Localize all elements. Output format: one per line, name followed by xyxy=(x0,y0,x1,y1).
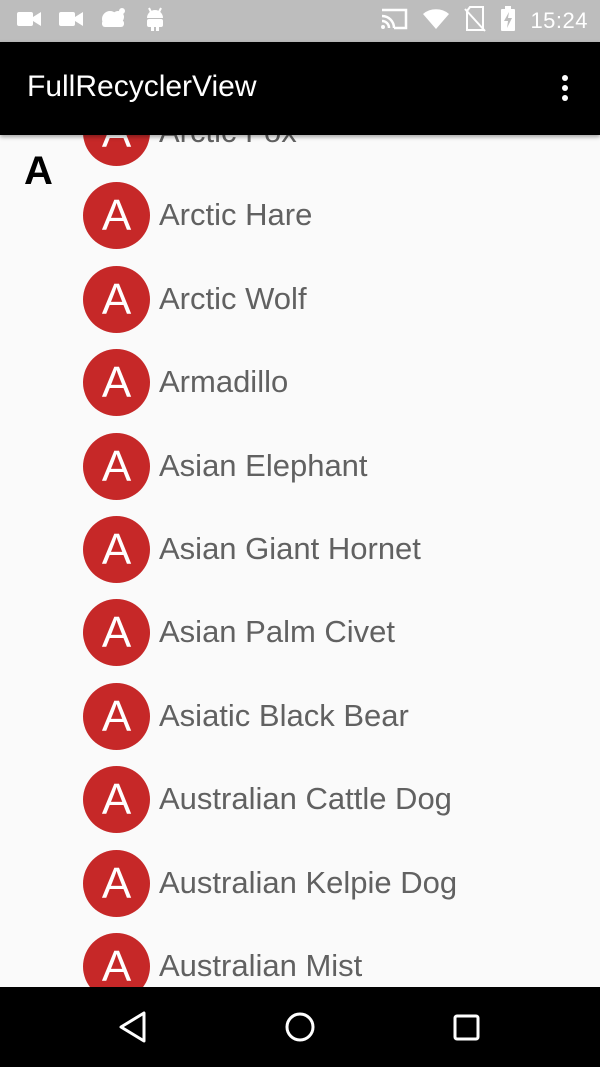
list-item-label: Australian Mist xyxy=(159,947,363,983)
list-item-label: Australian Kelpie Dog xyxy=(159,864,458,900)
avatar: A xyxy=(83,182,150,250)
status-bar-notifications xyxy=(16,7,182,35)
video-camera-icon xyxy=(16,9,42,34)
list-item[interactable]: A Asiatic Black Bear xyxy=(0,667,600,750)
list-item[interactable]: A Australian Cattle Dog xyxy=(0,750,600,834)
overflow-menu-icon[interactable] xyxy=(550,70,580,106)
avatar: A xyxy=(83,432,150,500)
avatar: A xyxy=(83,265,150,333)
status-bar-system: 15:24 xyxy=(380,5,588,37)
recycler-list[interactable]: AArctic FoxAArctic HareAArctic WolfAArma… xyxy=(0,135,600,987)
recents-icon[interactable] xyxy=(448,1009,484,1045)
list-item-label: Arctic Fox xyxy=(159,135,297,150)
list-item[interactable]: A Australian Kelpie Dog xyxy=(0,834,600,917)
list-item-label: Armadillo xyxy=(159,364,289,400)
avatar: A xyxy=(83,515,150,583)
wifi-icon xyxy=(422,8,450,35)
list-item-label: Australian Cattle Dog xyxy=(159,781,452,817)
avatar: A xyxy=(83,682,150,750)
cast-icon xyxy=(380,8,408,35)
no-sim-icon xyxy=(464,5,487,37)
list-item-label: Asian Elephant xyxy=(159,447,368,483)
list-item[interactable]: A Arctic Fox xyxy=(0,135,600,166)
status-bar: 15:24 xyxy=(0,0,600,42)
navigation-bar xyxy=(0,987,600,1067)
list-item-label: Asiatic Black Bear xyxy=(159,697,409,733)
list-items-container: AArctic FoxAArctic HareAArctic WolfAArma… xyxy=(0,135,600,987)
app-title: FullRecyclerView xyxy=(27,70,257,103)
avatar: A xyxy=(83,932,150,987)
avatar: A xyxy=(83,766,150,834)
overflow-dot xyxy=(562,95,568,101)
list-item-label: Asian Palm Civet xyxy=(159,614,396,650)
weather-icon xyxy=(100,7,128,36)
list-item[interactable]: A Arctic Wolf xyxy=(0,250,600,333)
avatar: A xyxy=(83,135,150,166)
overflow-dot xyxy=(562,85,568,91)
back-icon[interactable] xyxy=(115,1009,151,1045)
avatar: A xyxy=(83,849,150,917)
list-item-label: Arctic Hare xyxy=(159,197,313,233)
battery-charging-icon xyxy=(500,5,516,37)
list-item[interactable]: A Asian Elephant xyxy=(0,417,600,500)
phone-screen: 15:24 FullRecyclerView AArctic FoxAArcti… xyxy=(0,0,600,1067)
avatar: A xyxy=(83,599,150,667)
overflow-dot xyxy=(562,75,568,81)
list-item-label: Arctic Wolf xyxy=(159,280,307,316)
section-header: A xyxy=(24,149,53,193)
video-camera-icon xyxy=(58,9,84,34)
list-item[interactable]: A Armadillo xyxy=(0,333,600,417)
app-bar: FullRecyclerView xyxy=(0,42,600,135)
list-item[interactable]: A Asian Palm Civet xyxy=(0,583,600,667)
status-time: 15:24 xyxy=(530,8,588,33)
avatar: A xyxy=(83,349,150,417)
list-item[interactable]: A Arctic Hare xyxy=(0,166,600,250)
list-item[interactable]: A Asian Giant Hornet xyxy=(0,500,600,583)
list-item[interactable]: A Australian Mist xyxy=(0,917,600,987)
list-item-label: Asian Giant Hornet xyxy=(159,530,421,566)
home-icon[interactable] xyxy=(282,1009,318,1045)
android-icon xyxy=(144,6,166,37)
